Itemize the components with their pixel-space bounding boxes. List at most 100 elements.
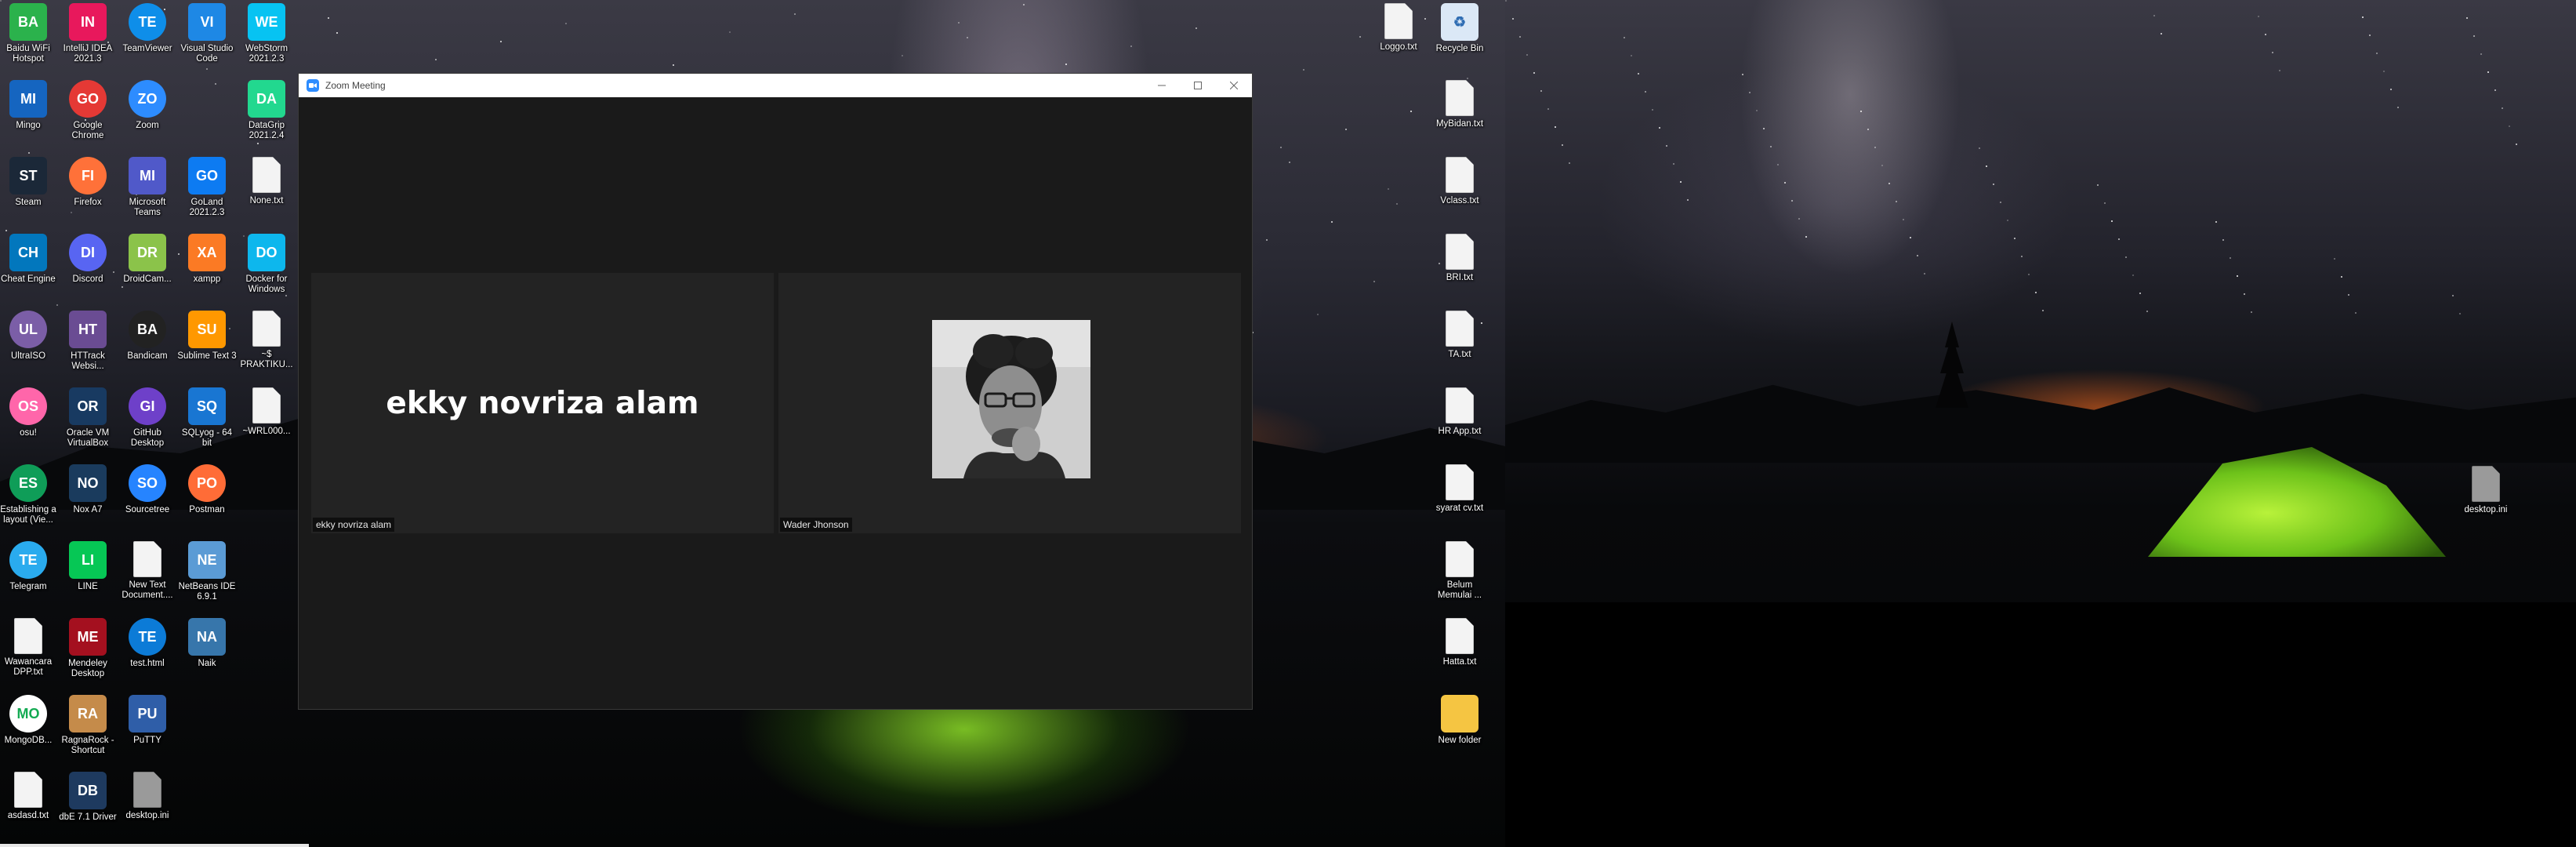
desktop-icon[interactable]: asdasd.txt	[0, 769, 56, 844]
star	[729, 31, 731, 33]
star	[2028, 274, 2030, 275]
desktop-icon[interactable]: BA Bandicam	[119, 307, 176, 383]
mongodb-icon: MO	[9, 695, 47, 732]
close-button[interactable]	[1216, 74, 1252, 97]
desktop-icon[interactable]: TE TeamViewer	[119, 0, 176, 75]
desktop-icon[interactable]: HR App.txt	[1431, 384, 1488, 460]
desktop-icon-label: Microsoft Teams	[129, 198, 166, 217]
desktop-icon[interactable]: HT HTTrack Websi...	[60, 307, 116, 383]
star	[1555, 126, 1556, 128]
desktop-icon[interactable]: Wawancara DPP.txt	[0, 615, 56, 690]
desktop-icon-label: Postman	[189, 505, 225, 514]
desktop-icon[interactable]: desktop.ini	[119, 769, 176, 844]
star	[2473, 35, 2475, 37]
window-titlebar[interactable]: Zoom Meeting	[299, 74, 1252, 97]
desktop-icon[interactable]: GO Google Chrome	[60, 77, 116, 152]
zoom-app-icon	[307, 79, 319, 92]
desktop-icon[interactable]: NA Naik	[179, 615, 235, 690]
desktop-icon[interactable]: Belum Memulai ...	[1431, 538, 1488, 613]
maximize-button[interactable]	[1180, 74, 1216, 97]
desktop-icon[interactable]: DI Discord	[60, 231, 116, 306]
desktop-icon[interactable]: MO MongoDB...	[0, 692, 56, 767]
star	[1547, 108, 1549, 110]
desktop-icon[interactable]: ~WRL000...	[238, 384, 295, 460]
desktop-icon-label: HR App.txt	[1438, 427, 1482, 436]
desktop-icon[interactable]: PU PuTTY	[119, 692, 176, 767]
folder-icon	[1441, 695, 1478, 732]
desktop-icon[interactable]: MI Microsoft Teams	[119, 154, 176, 229]
star	[2237, 275, 2238, 277]
desktop-icon[interactable]: ST Steam	[0, 154, 56, 229]
star	[2153, 15, 2155, 16]
desktop-icon[interactable]: DR DroidCam...	[119, 231, 176, 306]
desktop-icon[interactable]: BA Baidu WiFi Hotspot	[0, 0, 56, 75]
text-file-icon	[1384, 3, 1413, 39]
desktop-icon[interactable]: SQ SQLyog - 64 bit	[179, 384, 235, 460]
desktop-icon[interactable]: GO GoLand 2021.2.3	[179, 154, 235, 229]
desktop-icon-label: Establishing a layout (Vie...	[0, 505, 56, 525]
text-file-icon	[14, 772, 42, 808]
desktop-icon[interactable]: New Text Document....	[119, 538, 176, 613]
star	[336, 32, 338, 34]
star	[2111, 220, 2113, 222]
participant-tile-2[interactable]: Wader Jhonson	[778, 273, 1241, 533]
desktop-icon[interactable]: desktop.ini	[2458, 463, 2514, 538]
desktop-icon[interactable]: TE Telegram	[0, 538, 56, 613]
desktop-icon[interactable]: VI Visual Studio Code	[179, 0, 235, 75]
desktop-icon[interactable]: New folder	[1431, 692, 1488, 767]
desktop-icon[interactable]: Vclass.txt	[1431, 154, 1488, 229]
desktop-icon-label: asdasd.txt	[7, 811, 49, 820]
participant-tile-1[interactable]: ekky novriza alam ekky novriza alam	[311, 273, 774, 533]
desktop-icon[interactable]: Hatta.txt	[1431, 615, 1488, 690]
desktop-icon[interactable]: ~$ PRAKTIKU...	[238, 307, 295, 383]
desktop-icon[interactable]: WE WebStorm 2021.2.3	[238, 0, 295, 75]
desktop-icon[interactable]: NE NetBeans IDE 6.9.1	[179, 538, 235, 613]
desktop-icon[interactable]: FI Firefox	[60, 154, 116, 229]
text-file-icon	[14, 618, 42, 654]
desktop-icon[interactable]: ZO Zoom	[119, 77, 176, 152]
star	[1652, 109, 1653, 111]
close-icon	[1230, 82, 1238, 89]
zoom-meeting-window: Zoom Meeting ekky novriza alam ekky novr…	[298, 73, 1253, 710]
desktop-icon-label: desktop.ini	[2464, 505, 2508, 514]
desktop-icon[interactable]: Loggo.txt	[1370, 0, 1427, 75]
desktop-icon[interactable]: LI LINE	[60, 538, 116, 613]
desktop-icon[interactable]: BRI.txt	[1431, 231, 1488, 306]
desktop-icon[interactable]: IN IntelliJ IDEA 2021.3	[60, 0, 116, 75]
desktop-icon[interactable]: ME Mendeley Desktop	[60, 615, 116, 690]
goland-icon: GO	[188, 157, 226, 194]
desktop-icon[interactable]: GI GitHub Desktop	[119, 384, 176, 460]
desktop-icon[interactable]: OR Oracle VM VirtualBox	[60, 384, 116, 460]
desktop-icon[interactable]: UL UltraISO	[0, 307, 56, 383]
desktop-icon[interactable]: TE test.html	[119, 615, 176, 690]
desktop-icon[interactable]: SO Sourcetree	[119, 461, 176, 536]
desktop-icon-label: Baidu WiFi Hotspot	[6, 44, 50, 64]
star	[2021, 256, 2023, 257]
desktop-icon[interactable]: NO Nox A7	[60, 461, 116, 536]
desktop-icon[interactable]: ES Establishing a layout (Vie...	[0, 461, 56, 536]
minimize-button[interactable]	[1144, 74, 1180, 97]
star	[1888, 183, 1890, 184]
desktop-icon[interactable]: PO Postman	[179, 461, 235, 536]
vscode-icon: VI	[188, 3, 226, 41]
desktop-icon-label: BRI.txt	[1446, 273, 1474, 282]
desktop-icon[interactable]: DA DataGrip 2021.2.4	[238, 77, 295, 152]
desktop-icon[interactable]: OS osu!	[0, 384, 56, 460]
ini-file-icon	[2472, 466, 2500, 502]
desktop-icon[interactable]: DO Docker for Windows	[238, 231, 295, 306]
desktop-icon[interactable]: SU Sublime Text 3	[177, 307, 237, 383]
text-file-icon	[133, 541, 161, 577]
star	[2341, 276, 2342, 278]
desktop-icon[interactable]: TA.txt	[1431, 307, 1488, 383]
desktop-icon[interactable]: DB dbE 7.1 Driver	[59, 769, 117, 844]
desktop-icon[interactable]: CH Cheat Engine	[0, 231, 56, 306]
desktop-icon[interactable]: RA RagnaRock - Shortcut	[60, 692, 116, 767]
desktop-icon-label: test.html	[130, 659, 165, 668]
desktop-icon[interactable]: ♻ Recycle Bin	[1431, 0, 1488, 75]
desktop-icon[interactable]: MI Mingo	[0, 77, 56, 152]
desktop-icon[interactable]: syarat cv.txt	[1431, 461, 1488, 536]
star	[1526, 54, 1528, 56]
desktop-icon[interactable]: XA xampp	[179, 231, 235, 306]
desktop-icon[interactable]: MyBidan.txt	[1431, 77, 1488, 152]
desktop-icon[interactable]: None.txt	[238, 154, 295, 229]
